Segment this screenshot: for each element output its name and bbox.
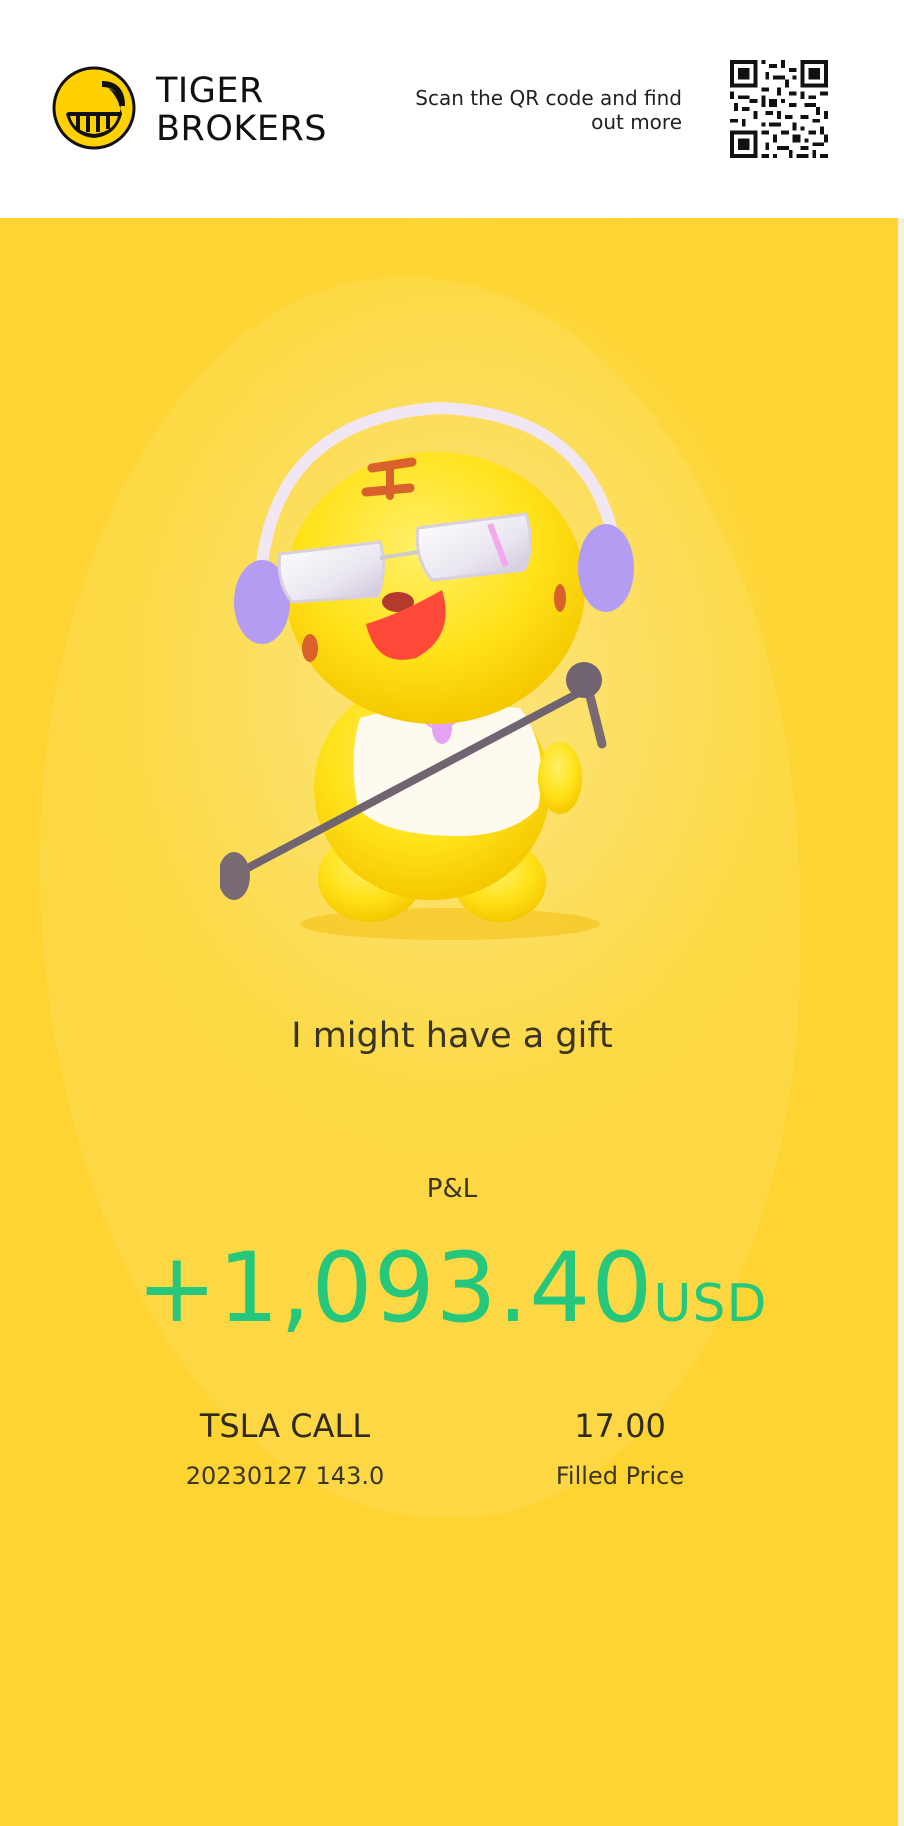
- trade-price: 17.00 Filled Price: [480, 1404, 760, 1496]
- brand-line-2: BROKERS: [156, 109, 327, 149]
- trade-contract: 20230127 143.0: [185, 1462, 385, 1490]
- trade-instrument: TSLA CALL 20230127 143.0: [140, 1404, 430, 1496]
- share-header: TIGER BROKERS Scan the QR code and find …: [0, 0, 904, 218]
- trade-symbol: TSLA CALL: [199, 1407, 371, 1445]
- pnl-label: P&L: [426, 1174, 478, 1204]
- singing-tiger-mascot-illustration: [220, 401, 634, 940]
- tiger-brokers-logo-icon: [52, 66, 136, 150]
- pnl-currency: USD: [653, 1274, 768, 1334]
- filled-price-value: 17.00: [574, 1407, 666, 1445]
- scan-qr-text: Scan the QR code and find out more: [415, 86, 682, 134]
- pnl-amount: +1,093.40: [136, 1232, 654, 1344]
- brand-line-1: TIGER: [156, 71, 264, 111]
- filled-price-label: Filled Price: [555, 1462, 685, 1490]
- qr-code-icon: [730, 60, 828, 158]
- pnl-value: +1,093.40USD: [0, 1232, 904, 1344]
- brand-name: TIGER BROKERS: [156, 72, 327, 148]
- tagline: I might have a gift: [291, 1016, 613, 1056]
